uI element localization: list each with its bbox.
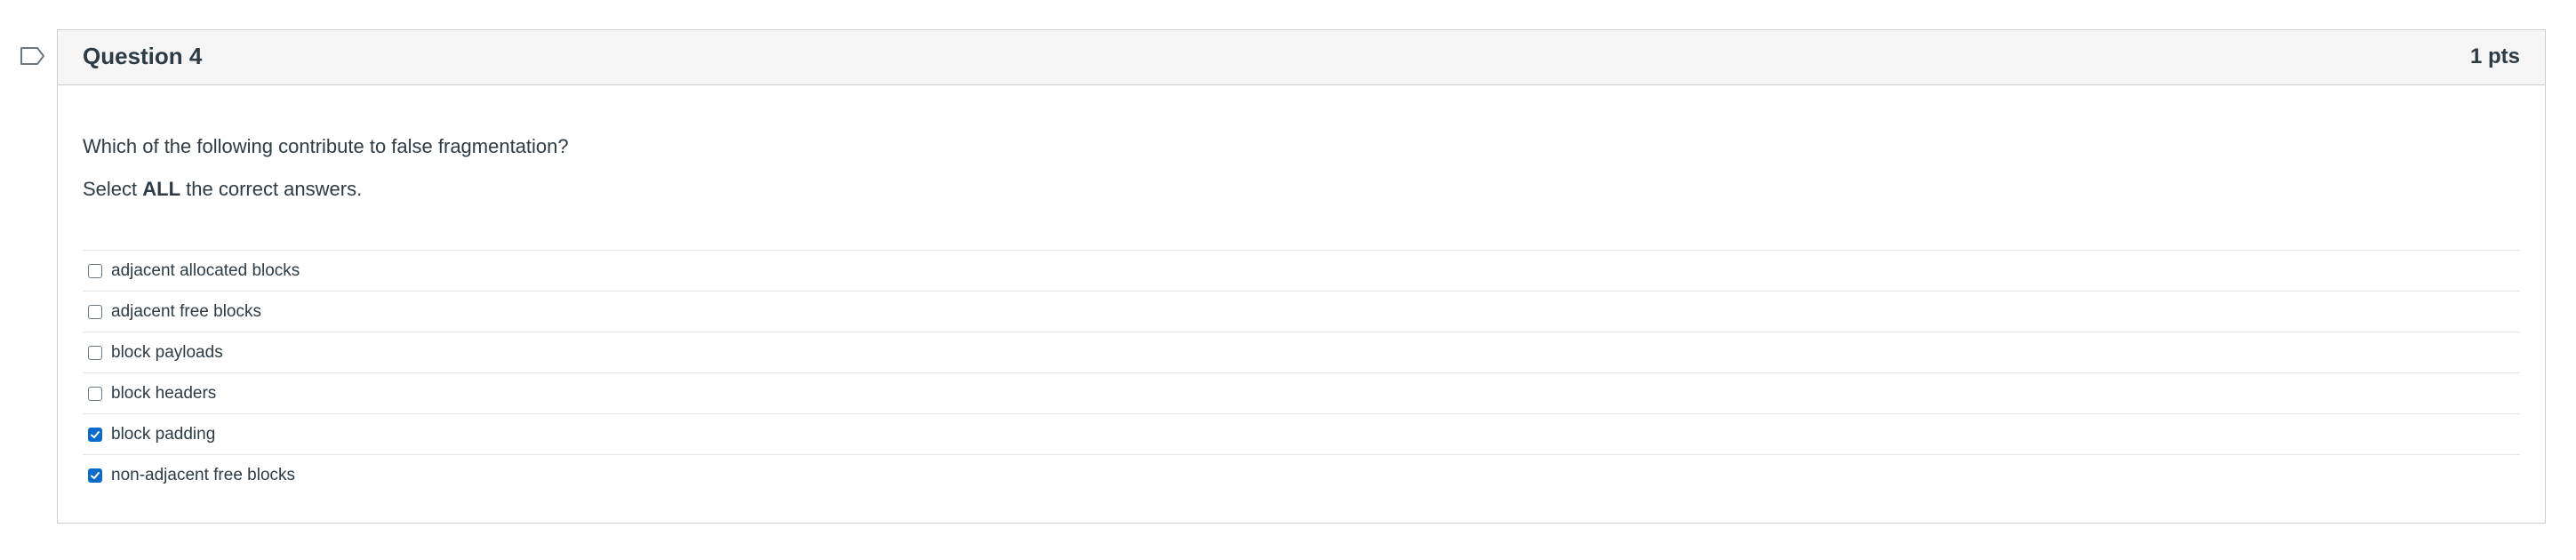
answer-checkbox[interactable] xyxy=(88,304,102,319)
question-prompt: Which of the following contribute to fal… xyxy=(83,135,569,157)
instruction-emphasis: ALL xyxy=(142,178,181,200)
answer-option[interactable]: non-adjacent free blocks xyxy=(83,455,2520,496)
answer-label[interactable]: block payloads xyxy=(111,343,223,363)
answer-checkbox[interactable] xyxy=(88,468,102,483)
answer-option[interactable]: adjacent free blocks xyxy=(83,292,2520,332)
answer-checkbox[interactable] xyxy=(88,345,102,360)
instruction-prefix: Select xyxy=(83,178,143,200)
answer-option[interactable]: block payloads xyxy=(83,332,2520,373)
answer-option[interactable]: block padding xyxy=(83,414,2520,455)
question-header: Question 4 1 pts xyxy=(58,30,2545,85)
answer-checkbox[interactable] xyxy=(88,386,102,401)
question-card: Question 4 1 pts Which of the following … xyxy=(57,29,2546,524)
question-instruction: Select ALL the correct answers. xyxy=(83,178,362,201)
flag-question-icon[interactable] xyxy=(20,46,46,66)
answer-label[interactable]: adjacent free blocks xyxy=(111,302,261,322)
answer-label[interactable]: adjacent allocated blocks xyxy=(111,261,300,281)
answer-label[interactable]: non-adjacent free blocks xyxy=(111,466,295,485)
question-title: Question 4 xyxy=(83,43,203,69)
answer-checkbox[interactable] xyxy=(88,263,102,278)
answer-list: adjacent allocated blocks adjacent free … xyxy=(83,250,2520,496)
answer-option[interactable]: adjacent allocated blocks xyxy=(83,251,2520,292)
instruction-suffix: the correct answers. xyxy=(180,178,363,200)
question-points: 1 pts xyxy=(2469,44,2520,68)
answer-label[interactable]: block headers xyxy=(111,384,216,404)
answer-checkbox[interactable] xyxy=(88,427,102,442)
answer-option[interactable]: block headers xyxy=(83,373,2520,414)
answer-label[interactable]: block padding xyxy=(111,425,215,444)
